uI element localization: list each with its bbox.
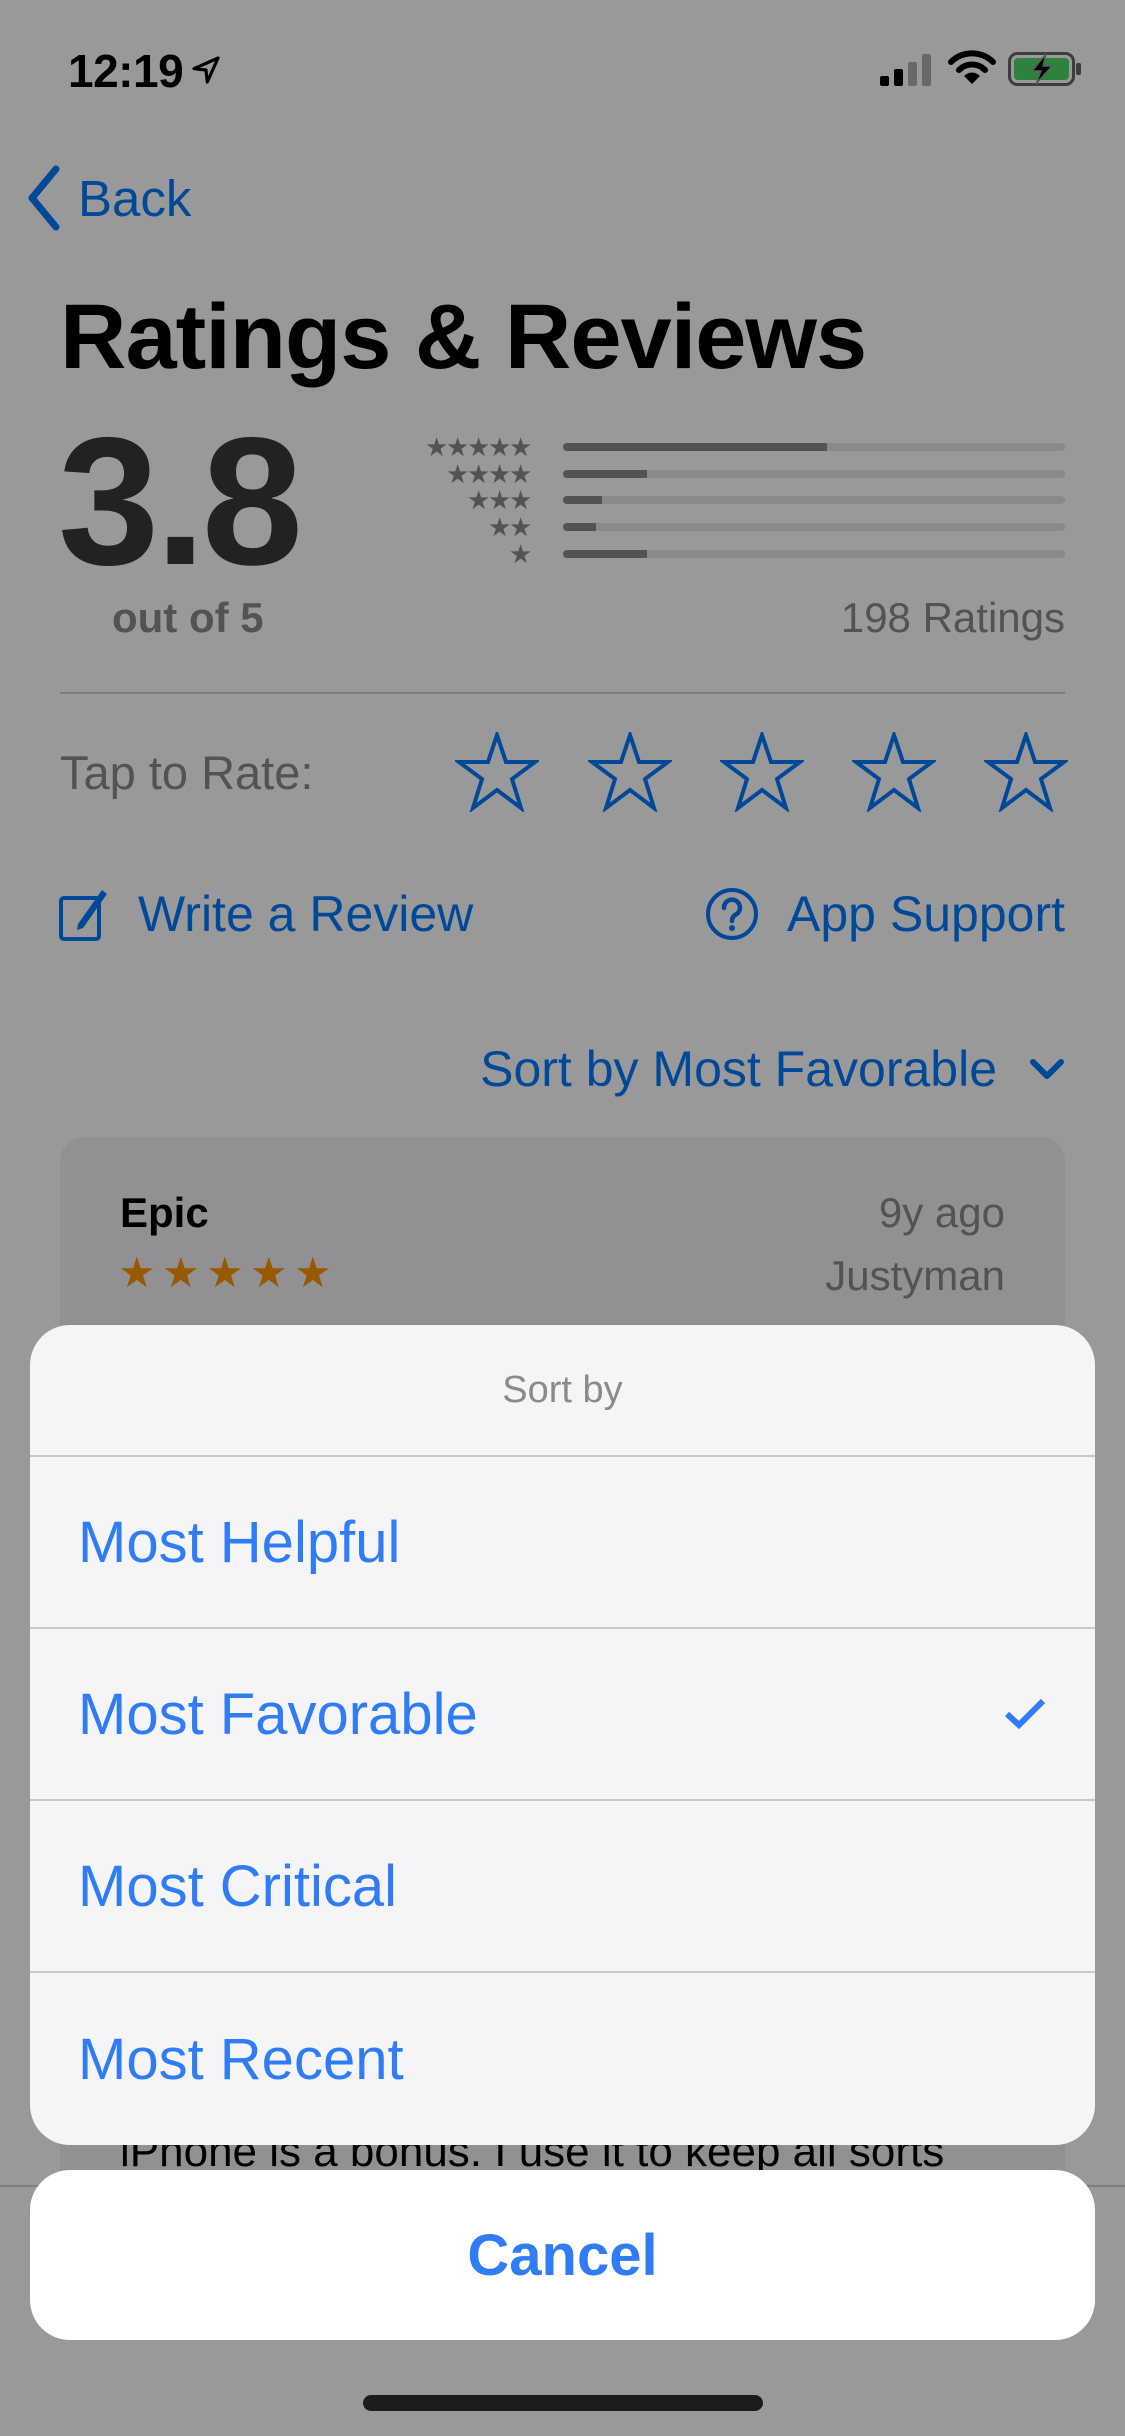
sort-option-label: Most Favorable	[78, 1681, 478, 1747]
sort-option-most-favorable[interactable]: Most Favorable	[30, 1629, 1095, 1801]
sort-option-most-helpful[interactable]: Most Helpful	[30, 1457, 1095, 1629]
action-sheet-title: Sort by	[30, 1325, 1095, 1457]
checkmark-icon	[1004, 1698, 1046, 1730]
sort-option-label: Most Recent	[78, 2026, 404, 2092]
sort-option-most-critical[interactable]: Most Critical	[30, 1801, 1095, 1973]
sort-option-label: Most Helpful	[78, 1509, 401, 1575]
sort-option-label: Most Critical	[78, 1853, 398, 1919]
sort-option-most-recent[interactable]: Most Recent	[30, 1973, 1095, 2145]
cancel-button[interactable]: Cancel	[30, 2170, 1095, 2340]
home-indicator	[363, 2395, 763, 2411]
sort-action-sheet: Sort by Most Helpful Most Favorable Most C…	[30, 1325, 1095, 2145]
